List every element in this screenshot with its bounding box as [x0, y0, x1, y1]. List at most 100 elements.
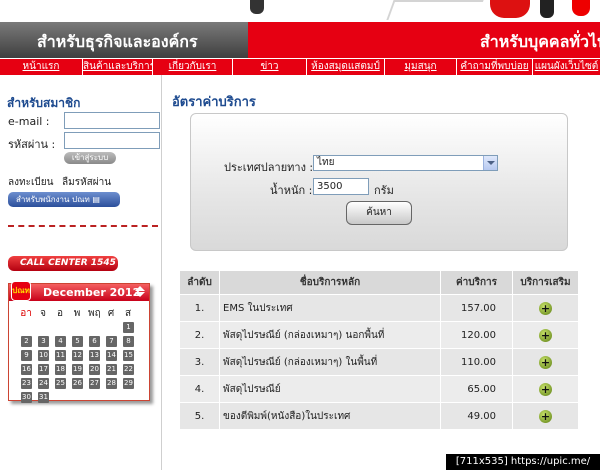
segment-bar: สำหรับธุรกิจและองค์กร สำหรับบุคคลทั่วไป [0, 22, 600, 58]
weight-label: น้ำหนัก : [270, 184, 313, 197]
calendar-weekday-label: ศ [107, 308, 115, 319]
calendar-day[interactable]: 21 [106, 364, 117, 375]
table-row: 1. EMS ในประเทศ 157.00 + [179, 294, 579, 322]
extra-service-cell: + [512, 402, 579, 430]
row-number: 5. [179, 402, 220, 430]
call-center-banner[interactable]: CALL CENTER 1545 [8, 256, 118, 271]
calendar-day[interactable]: 17 [38, 364, 49, 375]
nav-item-fun-corner[interactable]: มุมสนุก [385, 59, 457, 75]
calendar-day[interactable]: 8 [123, 336, 134, 347]
calendar-day[interactable]: 16 [21, 364, 32, 375]
extra-service-cell: + [512, 375, 579, 403]
calendar-day[interactable]: 1 [123, 322, 134, 333]
calendar-day[interactable]: 4 [55, 336, 66, 347]
calendar-day[interactable]: 19 [72, 364, 83, 375]
search-button[interactable]: ค้นหา [346, 201, 412, 225]
calendar-day[interactable]: 20 [89, 364, 100, 375]
calendar-day[interactable]: 18 [55, 364, 66, 375]
calendar-day[interactable]: 3 [38, 336, 49, 347]
calendar-weekday-label: พฤ [88, 308, 101, 319]
calendar-month-label: December 2012 [43, 286, 141, 299]
calendar-weekday-label: อ [56, 308, 63, 319]
calendar-nav [133, 285, 146, 300]
add-extra-service-icon[interactable]: + [539, 328, 552, 342]
nav-item-about[interactable]: เกี่ยวกับเรา [153, 59, 233, 75]
calendar-day[interactable]: 10 [38, 350, 49, 361]
row-number: 4. [179, 375, 220, 403]
thailand-post-logo-icon: ปณท [11, 281, 31, 301]
service-price: 120.00 [440, 321, 513, 349]
calendar-day[interactable]: 2 [21, 336, 32, 347]
divider [8, 225, 158, 227]
decorative-figure [572, 0, 590, 16]
email-label: e-mail : [8, 115, 50, 128]
calendar-header: ปณท December 2012 [9, 281, 149, 301]
country-select[interactable]: ไทย [313, 155, 498, 171]
extra-service-cell: + [512, 321, 579, 349]
calendar-day[interactable]: 28 [106, 378, 117, 389]
nav-item-sitemap[interactable]: แผนผังเว็บไซต์ [533, 59, 600, 75]
email-field[interactable] [64, 112, 160, 129]
calendar-weekday-label: จ [40, 308, 46, 319]
calendar-day[interactable]: 14 [106, 350, 117, 361]
decorative-scooter-illustration [490, 0, 530, 18]
column-header: ค่าบริการ [440, 270, 513, 295]
segment-personal-label: สำหรับบุคคลทั่วไป [480, 32, 600, 51]
segment-business-tab[interactable]: สำหรับธุรกิจและองค์กร [0, 22, 248, 58]
nav-item-faq[interactable]: คำถามที่พบบ่อย [457, 59, 533, 75]
calendar-day[interactable]: 27 [89, 378, 100, 389]
calendar-day[interactable]: 23 [21, 378, 32, 389]
table-row: 4. พัสดุไปรษณีย์ 65.00 + [179, 375, 579, 403]
calendar-day[interactable]: 24 [38, 378, 49, 389]
calendar-day[interactable]: 26 [72, 378, 83, 389]
calendar-day[interactable]: 25 [55, 378, 66, 389]
forgot-password-link[interactable]: ลืมรหัสผ่าน [62, 175, 111, 190]
image-host-watermark: [711x535] https://upic.me/ [446, 454, 600, 470]
add-extra-service-icon[interactable]: + [539, 301, 552, 315]
staff-card-icon: ▤ [92, 195, 100, 204]
calendar-day[interactable]: 5 [72, 336, 83, 347]
nav-item-news[interactable]: ข่าว [233, 59, 307, 75]
chevron-down-icon[interactable] [483, 156, 497, 170]
top-banner [0, 0, 600, 22]
calendar-weekday-label: อา [20, 308, 32, 319]
calendar-weekday-label: พ [73, 308, 81, 319]
add-extra-service-icon[interactable]: + [539, 382, 552, 396]
calendar-weekday-label: ส [124, 308, 132, 319]
calendar-day[interactable]: 15 [123, 350, 134, 361]
calendar-day[interactable]: 13 [89, 350, 100, 361]
calendar-next-icon[interactable] [134, 292, 145, 297]
service-name: พัสดุไปรษณีย์ (กล่องเหมาๆ) ในพื้นที่ [219, 348, 441, 376]
table-row: 2. พัสดุไปรษณีย์ (กล่องเหมาๆ) นอกพื้นที่… [179, 321, 579, 349]
add-extra-service-icon[interactable]: + [539, 355, 552, 369]
member-section-title: สำหรับสมาชิก [7, 96, 81, 110]
staff-login-button[interactable]: สำหรับพนักงาน ปณท ▤ [8, 192, 120, 207]
decorative-figure [540, 0, 554, 18]
calendar-day[interactable]: 11 [55, 350, 66, 361]
service-price: 157.00 [440, 294, 513, 322]
main-nav: หน้าแรก สินค้าและบริการ เกี่ยวกับเรา ข่า… [0, 58, 600, 75]
register-link[interactable]: ลงทะเบียน [8, 175, 53, 190]
weight-input[interactable]: 3500 [313, 178, 369, 195]
calendar-day[interactable]: 31 [38, 392, 49, 403]
extra-service-cell: + [512, 348, 579, 376]
nav-item-stamp-library[interactable]: ห้องสมุดแสตมป์ [307, 59, 385, 75]
nav-item-products[interactable]: สินค้าและบริการ [83, 59, 153, 75]
calendar-day[interactable]: 29 [123, 378, 134, 389]
login-button[interactable]: เข้าสู่ระบบ [64, 152, 116, 164]
calendar-day[interactable]: 22 [123, 364, 134, 375]
calendar-day[interactable]: 9 [21, 350, 32, 361]
segment-personal-tab[interactable]: สำหรับบุคคลทั่วไป [248, 22, 600, 58]
service-name: ของตีพิมพ์(หนังสือ)ในประเทศ [219, 402, 441, 430]
service-name: พัสดุไปรษณีย์ [219, 375, 441, 403]
calendar-prev-icon[interactable] [134, 286, 145, 291]
calendar-day[interactable]: 12 [72, 350, 83, 361]
left-sidebar: สำหรับสมาชิก e-mail : รหัสผ่าน : เข้าสู่… [0, 75, 162, 470]
calendar-day[interactable]: 6 [89, 336, 100, 347]
nav-item-home[interactable]: หน้าแรก [0, 59, 83, 75]
add-extra-service-icon[interactable]: + [539, 409, 552, 423]
calendar-day[interactable]: 7 [106, 336, 117, 347]
column-header: ชื่อบริการหลัก [219, 270, 441, 295]
password-field[interactable] [64, 132, 160, 149]
calendar-day[interactable]: 30 [21, 392, 32, 403]
